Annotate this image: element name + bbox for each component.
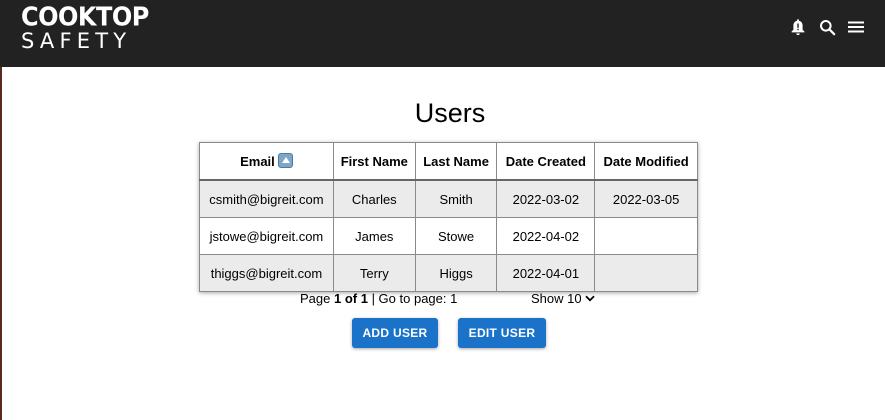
cell-email: thiggs@bigreit.com — [199, 254, 334, 292]
table-row[interactable]: csmith@bigreit.com Charles Smith 2022-03… — [199, 179, 698, 218]
edit-user-button[interactable]: EDIT USER — [458, 318, 546, 348]
cell-date-modified — [594, 217, 698, 255]
brand-logo-line1: COOKTOP — [21, 1, 149, 33]
app-bar-actions — [788, 17, 866, 37]
goto-page-input[interactable]: 1 — [450, 291, 457, 306]
table-row[interactable]: thiggs@bigreit.com Terry Higgs 2022-04-0… — [199, 254, 698, 292]
menu-icon[interactable] — [846, 17, 866, 37]
brand-logo[interactable]: COOKTOP SAFETY — [21, 4, 149, 52]
cell-last-name: Smith — [414, 179, 498, 218]
app-bar: COOKTOP SAFETY — [0, 0, 885, 67]
cell-date-modified — [594, 254, 698, 292]
cell-last-name: Stowe — [414, 217, 498, 255]
goto-page-label: | Go to page: — [367, 291, 451, 306]
pagination-info: Page 1 of 1 | Go to page: 1 — [300, 291, 457, 306]
sort-ascending-icon[interactable] — [277, 153, 293, 168]
cell-first-name: Charles — [332, 179, 416, 218]
page-label: Page — [300, 291, 334, 306]
page-count: 1 of 1 — [333, 291, 368, 306]
cell-date-created: 2022-03-02 — [496, 179, 596, 218]
page-size-select[interactable]: Show 10 — [531, 291, 595, 306]
column-header-date-modified[interactable]: Date Modified — [594, 142, 698, 181]
notification-bell-icon[interactable] — [788, 17, 808, 37]
column-header-label: Email — [240, 154, 275, 169]
brand-logo-line2: SAFETY — [21, 29, 132, 53]
table-header-row: Email First Name Last Name Date Created … — [199, 142, 698, 181]
users-table: Email First Name Last Name Date Created … — [199, 142, 698, 292]
column-header-last-name[interactable]: Last Name — [414, 142, 498, 181]
cell-first-name: Terry — [332, 254, 416, 292]
page-size-value: Show 10 — [531, 291, 582, 306]
page-title: Users — [414, 98, 486, 128]
chevron-down-icon — [584, 295, 595, 302]
search-icon[interactable] — [817, 17, 837, 37]
cell-first-name: James — [332, 217, 416, 255]
column-header-first-name[interactable]: First Name — [332, 142, 416, 181]
cell-email: jstowe@bigreit.com — [199, 217, 334, 255]
users-table-container: Email First Name Last Name Date Created … — [199, 142, 698, 292]
cell-email: csmith@bigreit.com — [199, 179, 334, 218]
cell-date-created: 2022-04-01 — [496, 254, 596, 292]
column-header-date-created[interactable]: Date Created — [496, 142, 596, 181]
cell-date-created: 2022-04-02 — [496, 217, 596, 255]
column-header-email[interactable]: Email — [199, 142, 334, 181]
cell-date-modified: 2022-03-05 — [594, 179, 698, 218]
cell-last-name: Higgs — [414, 254, 498, 292]
add-user-button[interactable]: ADD USER — [352, 318, 438, 348]
app-window: COOKTOP SAFETY Users Email First Name La… — [0, 0, 885, 420]
table-row[interactable]: jstowe@bigreit.com James Stowe 2022-04-0… — [199, 217, 698, 255]
